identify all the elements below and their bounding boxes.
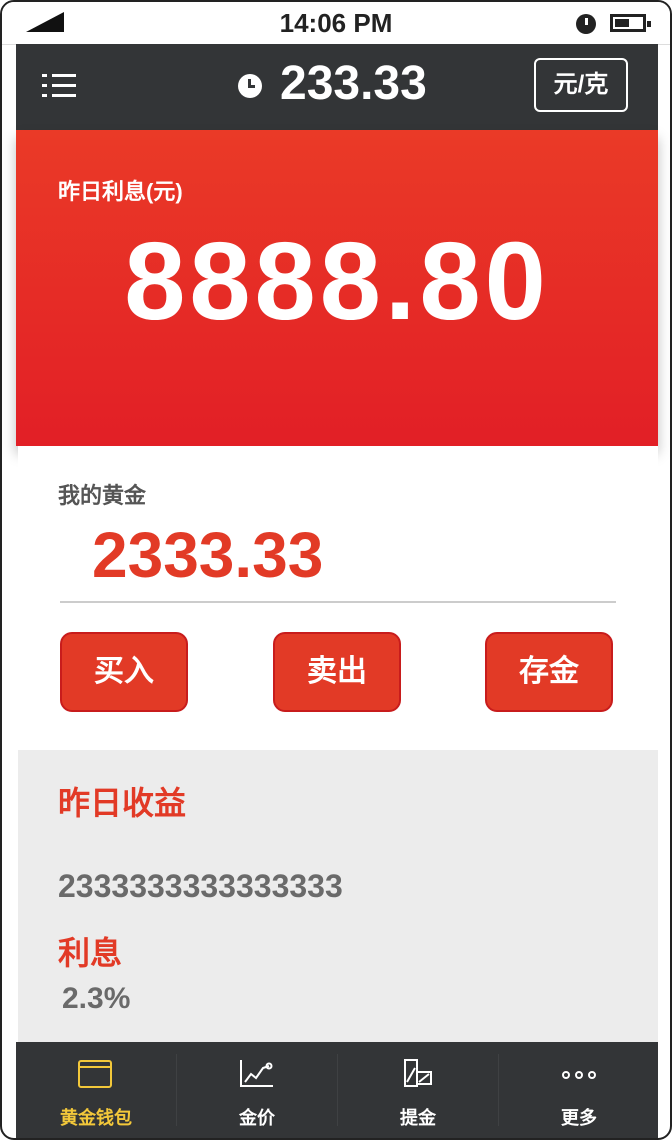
gold-price: 233.33 — [280, 57, 427, 110]
status-time: 14:06 PM — [279, 8, 393, 38]
buy-button[interactable]: 买入 — [60, 632, 188, 712]
phone-screen: 14:06 PM 233.33 元/克 昨日利息(元) 8888.80 我的黄金… — [0, 0, 672, 1140]
interest-rate-value: 2.3% — [62, 982, 131, 1015]
divider — [60, 601, 616, 603]
yesterday-earnings-value: 2333333333333333 — [58, 868, 343, 904]
tab-label: 提金 — [400, 1108, 436, 1128]
clock-icon — [238, 74, 262, 98]
tab-gold-wallet[interactable]: 黄金钱包 — [16, 1042, 176, 1138]
yesterday-earnings-title: 昨日收益 — [58, 785, 187, 821]
status-bar: 14:06 PM — [2, 2, 670, 45]
tab-label: 更多 — [561, 1108, 597, 1128]
withdraw-icon — [404, 1059, 432, 1087]
yesterday-interest-value: 8888.80 — [124, 220, 550, 343]
yesterday-interest-panel: 昨日利息(元) 8888.80 — [16, 130, 658, 446]
tab-bar: 黄金钱包 金价 提金 更多 — [16, 1042, 658, 1138]
earnings-panel: 昨日收益 2333333333333333 利息 2.3% — [18, 750, 658, 1042]
unit-toggle-button[interactable]: 元/克 — [534, 58, 628, 112]
more-icon — [562, 1071, 596, 1079]
tab-withdraw-gold[interactable]: 提金 — [338, 1042, 498, 1138]
tab-gold-price[interactable]: 金价 — [177, 1042, 337, 1138]
top-bar: 233.33 元/克 — [16, 44, 658, 130]
yesterday-interest-label: 昨日利息(元) — [58, 179, 183, 204]
deposit-gold-button[interactable]: 存金 — [485, 632, 613, 712]
battery-icon — [610, 14, 651, 32]
my-gold-label: 我的黄金 — [58, 483, 147, 508]
tab-more[interactable]: 更多 — [499, 1042, 659, 1138]
tab-label: 金价 — [239, 1108, 275, 1128]
menu-icon[interactable] — [42, 74, 78, 100]
interest-title: 利息 — [58, 935, 123, 971]
my-gold-value: 2333.33 — [92, 519, 324, 591]
alarm-icon — [576, 14, 596, 34]
tab-label: 黄金钱包 — [60, 1108, 132, 1128]
my-gold-panel: 我的黄金 2333.33 买入 卖出 存金 — [18, 446, 658, 750]
wallet-icon — [78, 1060, 112, 1088]
chart-icon — [240, 1060, 273, 1087]
sell-button[interactable]: 卖出 — [273, 632, 401, 712]
